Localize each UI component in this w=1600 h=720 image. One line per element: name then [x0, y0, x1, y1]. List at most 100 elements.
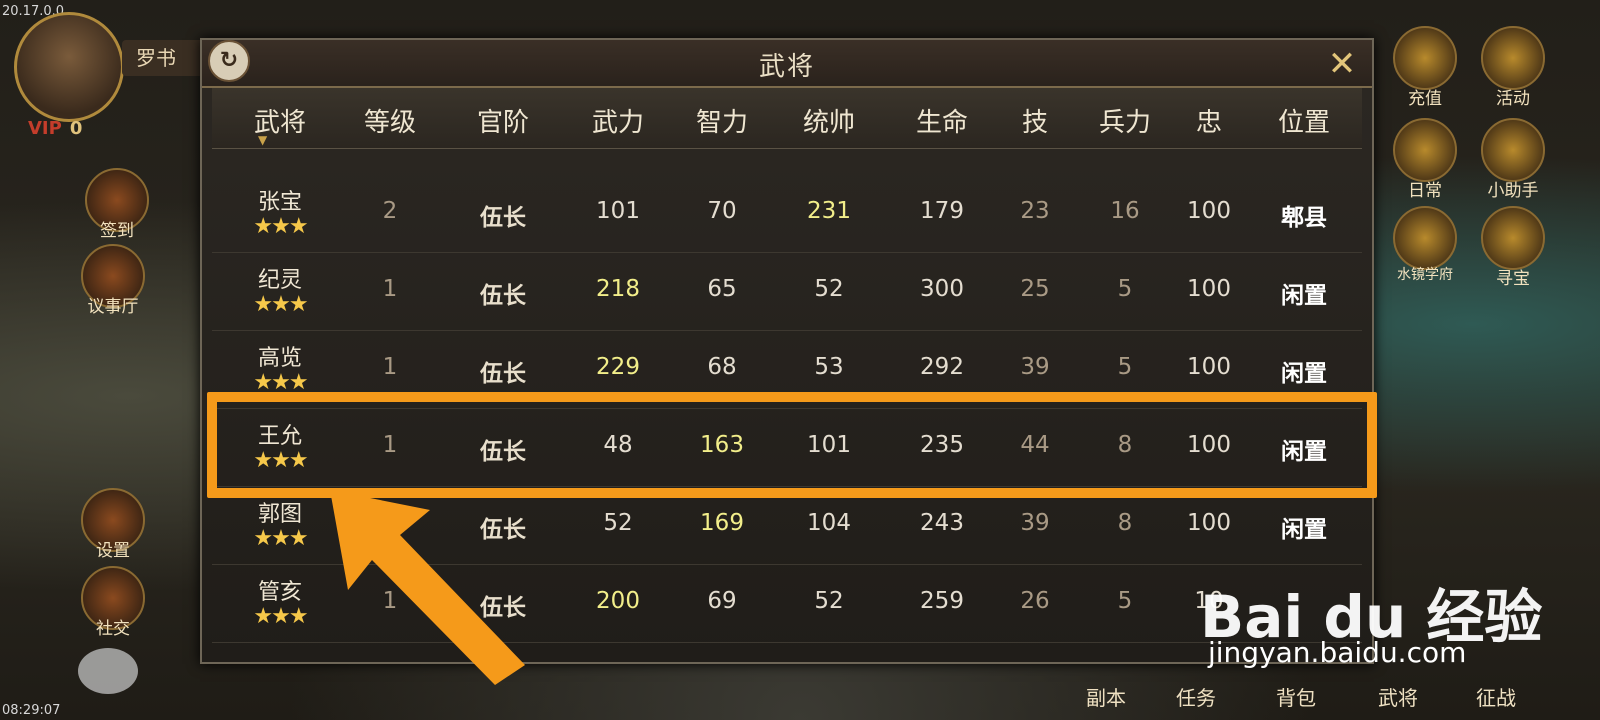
general-name: 纪灵 — [257, 268, 302, 293]
hp: 300 — [920, 276, 964, 302]
header-level[interactable]: 等级 — [340, 102, 440, 139]
scroll-icon — [1393, 118, 1457, 182]
hp: 292 — [920, 354, 964, 380]
social-label: 社交 — [96, 619, 130, 639]
sort-down-icon: ▼ — [258, 133, 268, 147]
council-label: 议事厅 — [87, 297, 139, 317]
refresh-icon[interactable]: ↻ — [208, 40, 250, 82]
skill: 25 — [1020, 276, 1050, 302]
force: 101 — [596, 198, 640, 224]
hp: 179 — [920, 198, 964, 224]
settings-label: 设置 — [96, 541, 130, 561]
command: 52 — [814, 276, 844, 302]
tab-generals[interactable]: 武将 — [1378, 682, 1418, 711]
star-rating: ★★★ — [253, 292, 308, 317]
panel-title: 武将 — [758, 52, 815, 82]
rank: 伍长 — [480, 282, 526, 309]
loyalty: 100 — [1187, 510, 1231, 536]
player-avatar[interactable] — [14, 12, 124, 122]
checkin-label: 签到 — [100, 221, 134, 241]
troops: 5 — [1117, 276, 1133, 302]
general-name: 高览 — [257, 346, 302, 371]
command: 231 — [807, 198, 851, 224]
council-button[interactable]: 议事厅 — [78, 244, 148, 317]
header-force[interactable]: 武力 — [568, 102, 668, 139]
gift-box-icon — [1481, 26, 1545, 90]
daily-label: 日常 — [1408, 181, 1442, 201]
position: 郫县 — [1281, 204, 1327, 231]
intel: 169 — [700, 510, 744, 536]
intel: 68 — [707, 354, 737, 380]
header-loyalty[interactable]: 忠 — [1174, 102, 1244, 139]
header-intel[interactable]: 智力 — [672, 102, 772, 139]
events-button[interactable]: 活动 — [1478, 26, 1548, 109]
scroll-bundle-icon — [1481, 118, 1545, 182]
troops: 5 — [1117, 588, 1133, 614]
panel-header: 武将 ✕ — [202, 40, 1372, 88]
table-row[interactable]: 张宝 ★★★ 2 伍长 101 70 231 179 23 16 100 郫县 — [212, 174, 1362, 253]
academy-label: 水镜学府 — [1397, 267, 1453, 283]
loyalty: 100 — [1187, 198, 1231, 224]
watermark-url: jingyan.baidu.com — [1208, 636, 1467, 669]
troops: 5 — [1117, 354, 1133, 380]
treasure-label: 寻宝 — [1496, 269, 1530, 289]
pointer-arrow-icon — [330, 490, 525, 685]
tab-quests[interactable]: 任务 — [1176, 682, 1216, 711]
daily-button[interactable]: 日常 — [1390, 118, 1460, 201]
intel: 65 — [707, 276, 737, 302]
vip-label: VIP — [28, 118, 62, 139]
vip-level: 0 — [69, 118, 83, 139]
hp: 259 — [920, 588, 964, 614]
position: 闲置 — [1281, 516, 1327, 543]
loyalty: 100 — [1187, 354, 1231, 380]
recharge-label: 充值 — [1408, 89, 1442, 109]
close-icon[interactable]: ✕ — [1322, 44, 1362, 84]
table-row[interactable]: 纪灵 ★★★ 1 伍长 218 65 52 300 25 5 100 闲置 — [212, 252, 1362, 331]
header-rank[interactable]: 官阶 — [448, 102, 558, 139]
clock-label: 08:29:07 — [2, 703, 61, 718]
force: 229 — [596, 354, 640, 380]
helper-button[interactable]: 小助手 — [1478, 118, 1548, 201]
header-position[interactable]: 位置 — [1254, 102, 1354, 139]
command: 52 — [814, 588, 844, 614]
chat-bubble-icon[interactable] — [78, 648, 138, 694]
academy-button[interactable]: 水镜学府 — [1390, 206, 1460, 284]
social-button[interactable]: 社交 — [78, 566, 148, 639]
header-command[interactable]: 统帅 — [774, 102, 884, 139]
skill: 26 — [1020, 588, 1050, 614]
helper-label: 小助手 — [1487, 181, 1539, 201]
recharge-button[interactable]: 充值 — [1390, 26, 1460, 109]
header-skill[interactable]: 技 — [1000, 102, 1070, 139]
header-general[interactable]: 武将 — [230, 102, 330, 139]
tab-bag[interactable]: 背包 — [1276, 682, 1316, 711]
header-hp[interactable]: 生命 — [892, 102, 992, 139]
force: 200 — [596, 588, 640, 614]
troops: 16 — [1110, 198, 1140, 224]
checkin-button[interactable]: 签到 — [82, 168, 152, 241]
command: 53 — [814, 354, 844, 380]
star-rating: ★★★ — [253, 214, 308, 239]
position: 闲置 — [1281, 360, 1327, 387]
tab-campaign[interactable]: 征战 — [1476, 682, 1516, 711]
vip-badge[interactable]: VIP 0 — [28, 118, 82, 139]
hp: 243 — [920, 510, 964, 536]
gold-ingot-icon — [1393, 26, 1457, 90]
troops: 8 — [1117, 510, 1133, 536]
table-header: 武将 ▼ 等级 官阶 武力 智力 统帅 生命 技 兵力 忠 位置 — [212, 88, 1362, 149]
skill: 23 — [1020, 198, 1050, 224]
skill: 39 — [1020, 510, 1050, 536]
level: 2 — [382, 198, 398, 224]
force: 52 — [603, 510, 633, 536]
header-troops[interactable]: 兵力 — [1070, 102, 1180, 139]
treasure-button[interactable]: 寻宝 — [1478, 206, 1548, 289]
command: 104 — [807, 510, 851, 536]
tab-dungeon[interactable]: 副本 — [1086, 682, 1126, 711]
rank: 伍长 — [480, 360, 526, 387]
general-name: 张宝 — [257, 190, 302, 215]
intel: 70 — [707, 198, 737, 224]
force: 218 — [596, 276, 640, 302]
events-label: 活动 — [1496, 89, 1530, 109]
level: 1 — [382, 354, 398, 380]
intel: 69 — [707, 588, 737, 614]
settings-button[interactable]: 设置 — [78, 488, 148, 561]
